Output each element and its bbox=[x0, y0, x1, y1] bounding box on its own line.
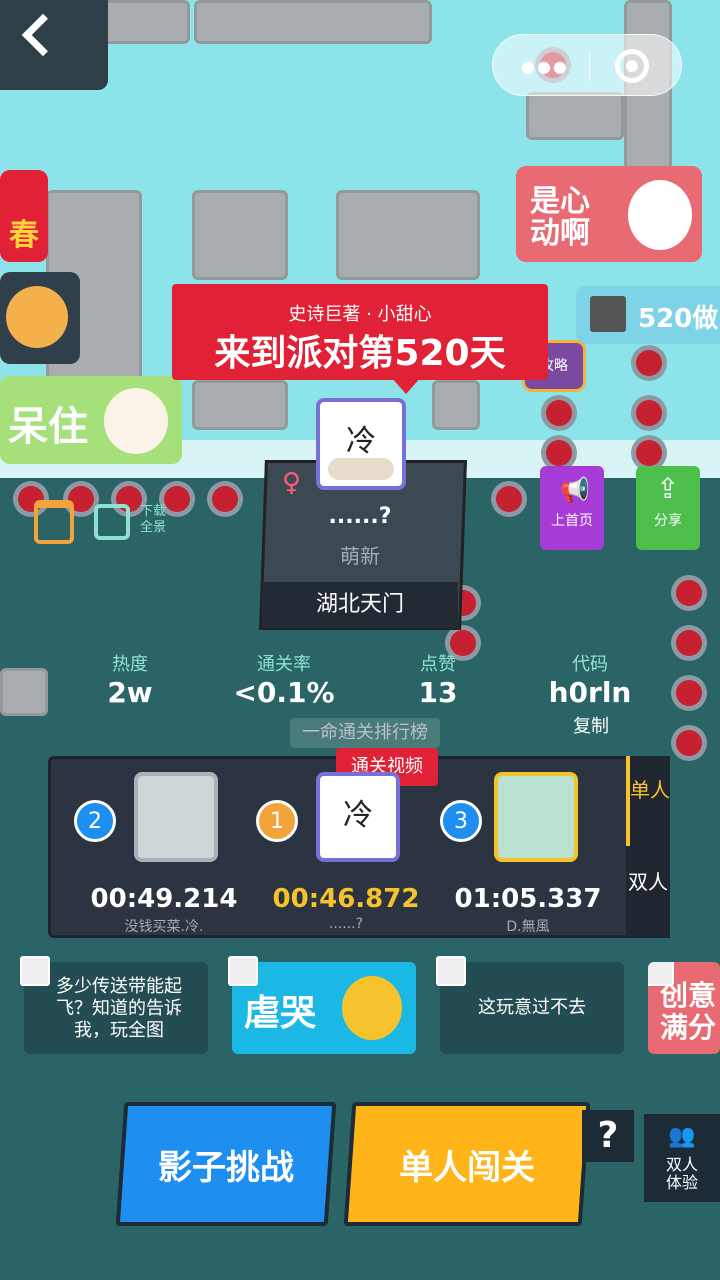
single-play-label: 单人闯关 bbox=[399, 1148, 535, 1188]
rank3-time: 01:05.337 bbox=[454, 884, 602, 914]
comment-card[interactable]: 多少传送带能起飞？知道的告诉我，玩全图 bbox=[20, 956, 208, 1054]
stat-label-likes: 点赞 bbox=[420, 654, 456, 675]
sticker-dazed-text: 呆住 bbox=[8, 404, 88, 450]
download-button[interactable]: 下载全景 bbox=[94, 500, 174, 544]
rank1-avatar[interactable]: 冷 bbox=[316, 772, 400, 862]
rank2-name: 没钱买菜.冷. bbox=[124, 919, 204, 935]
rank-badge: 1 bbox=[256, 800, 298, 842]
sticker-520-text: 520做 bbox=[638, 304, 719, 334]
more-icon[interactable]: ●●● bbox=[521, 57, 569, 76]
home-button[interactable]: 📢 上首页 bbox=[540, 466, 604, 550]
rank2-avatar[interactable] bbox=[134, 772, 218, 862]
trash-button[interactable] bbox=[34, 500, 74, 544]
duo-trial-label: 双人体验 bbox=[665, 1155, 698, 1192]
comment-text: 多少传送带能起飞？知道的告诉我，玩全图 bbox=[56, 976, 182, 1041]
comment-card[interactable]: 虐哭 bbox=[228, 956, 416, 1054]
help-button[interactable]: ? bbox=[582, 1110, 634, 1162]
comment-text: 这玩意过不去 bbox=[478, 997, 586, 1018]
comment-avatar bbox=[436, 956, 466, 986]
mode-single-tab[interactable]: 单人 bbox=[626, 756, 670, 846]
gender-icon: ♀ bbox=[282, 468, 302, 498]
stat-label-code: 代码 bbox=[572, 654, 608, 675]
duo-trial-button[interactable]: 👥 双人体验 bbox=[644, 1114, 720, 1202]
share-label: 分享 bbox=[654, 513, 682, 529]
capsule-divider bbox=[589, 51, 590, 81]
two-people-icon: 👥 bbox=[668, 1124, 696, 1149]
megaphone-icon: 📢 bbox=[560, 476, 590, 504]
shadow-challenge-label: 影子挑战 bbox=[158, 1148, 294, 1188]
stat-value-likes: 13 bbox=[418, 676, 458, 709]
mode-switch[interactable]: 单人 双人 bbox=[626, 756, 670, 938]
chevron-left-icon bbox=[21, 13, 65, 57]
comment-avatar bbox=[228, 956, 258, 986]
creator-city: 湖北天门 bbox=[262, 582, 458, 628]
rank3-avatar[interactable] bbox=[494, 772, 578, 862]
leaderboard-title: 一命通关排行榜 bbox=[290, 718, 440, 748]
sticker-heart-text: 是心动啊 bbox=[530, 184, 590, 251]
stat-value-clear-rate: <0.1% bbox=[233, 676, 335, 709]
rank2-time: 00:49.214 bbox=[90, 884, 238, 914]
sticker-dazed[interactable]: 呆住 bbox=[0, 376, 182, 464]
comment-text: 创意满分 bbox=[660, 979, 717, 1044]
camera-icon bbox=[94, 504, 130, 540]
banner-title: 来到派对第520天 bbox=[214, 333, 506, 374]
sticker-heart[interactable]: 是心动啊 bbox=[516, 166, 702, 262]
comment-text: 虐哭 bbox=[244, 993, 317, 1034]
sticker-520[interactable]: 520做 bbox=[576, 286, 720, 344]
creator-name: ......? bbox=[328, 504, 392, 529]
rank3-name: D.無風 bbox=[506, 919, 550, 935]
crying-face-icon bbox=[342, 976, 402, 1040]
rank-badge: 2 bbox=[74, 800, 116, 842]
stat-value-heat: 2w bbox=[107, 676, 153, 709]
comment-avatar bbox=[20, 956, 50, 986]
banner-subtitle: 史诗巨著 · 小甜心 bbox=[288, 304, 432, 325]
avatar-glyph: 冷 bbox=[346, 424, 376, 459]
back-button[interactable] bbox=[0, 0, 108, 90]
copy-button[interactable]: 复制 bbox=[556, 712, 626, 738]
stat-value-code[interactable]: h0rln bbox=[520, 676, 660, 709]
rank1-time: 00:46.872 bbox=[272, 884, 420, 914]
share-icon: ⇪ bbox=[656, 472, 680, 505]
download-label: 下载全景 bbox=[139, 504, 166, 535]
comment-card[interactable]: 这玩意过不去 bbox=[436, 956, 624, 1054]
rank-badge: 3 bbox=[440, 800, 482, 842]
creator-level: 萌新 bbox=[340, 544, 380, 568]
comment-avatar bbox=[648, 962, 674, 986]
close-icon[interactable] bbox=[615, 49, 649, 83]
sticker-red-text: 春 bbox=[9, 218, 39, 253]
stat-label-heat: 热度 bbox=[112, 654, 148, 675]
home-label: 上首页 bbox=[551, 513, 593, 529]
rank1-name: ......? bbox=[328, 916, 364, 932]
share-button[interactable]: ⇪ 分享 bbox=[636, 466, 700, 550]
stat-label-clear-rate: 通关率 bbox=[257, 654, 311, 675]
creator-avatar[interactable]: 冷 bbox=[316, 398, 406, 490]
avatar-glyph: 冷 bbox=[343, 798, 373, 833]
sticker-doge[interactable] bbox=[0, 272, 80, 364]
banner: 史诗巨著 · 小甜心 来到派对第520天 bbox=[172, 284, 548, 394]
miniprogram-capsule[interactable]: ●●● bbox=[492, 34, 682, 96]
sticker-red[interactable]: 春 bbox=[0, 170, 48, 262]
comment-card[interactable]: 创意满分 bbox=[648, 962, 720, 1054]
mode-duo-tab[interactable]: 双人 bbox=[626, 848, 670, 938]
